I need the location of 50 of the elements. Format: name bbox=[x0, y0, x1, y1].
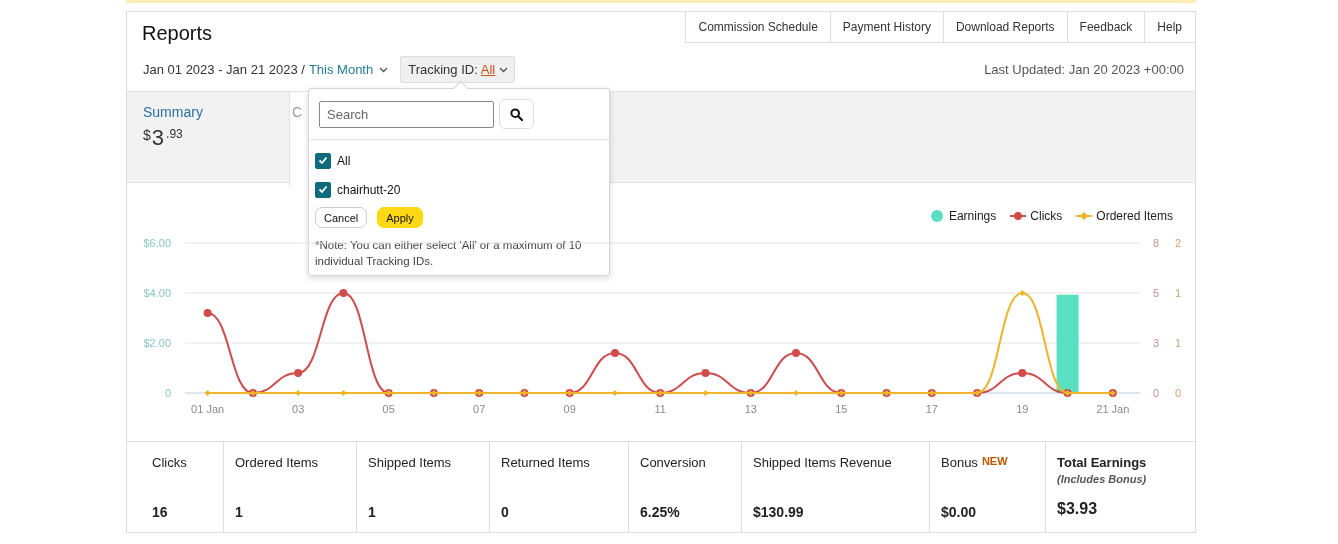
stat-value: 1 bbox=[235, 504, 244, 520]
axis-label: 21 Jan bbox=[1096, 403, 1130, 415]
axis-label: 03 bbox=[292, 403, 305, 415]
axis-label: 15 bbox=[835, 403, 848, 415]
stat-label: Ordered Items bbox=[235, 455, 319, 470]
new-label: NEW bbox=[981, 455, 1008, 467]
stat-value: 0 bbox=[501, 504, 510, 520]
stat-label: Conversion bbox=[640, 455, 706, 470]
note-text: *Note: You can either select 'All' or a maximum of 10 individual Tracking IDs. bbox=[315, 238, 583, 269]
axis-label: 0 bbox=[1175, 387, 1182, 399]
page-title: Reports bbox=[141, 21, 213, 45]
axis-label: 19 bbox=[1016, 403, 1029, 415]
axis-label: 1 bbox=[1175, 337, 1182, 349]
option-label: All bbox=[337, 153, 351, 168]
stat-value: $0.00 bbox=[941, 504, 978, 520]
stat-note: (Includes Bonus) bbox=[1057, 473, 1148, 485]
option-label: chairhutt-20 bbox=[337, 182, 401, 197]
axis-label: 5 bbox=[1153, 287, 1160, 299]
axis-label: 17 bbox=[925, 403, 938, 415]
axis-label: $2.00 bbox=[143, 337, 171, 349]
axis-label: 1 bbox=[1175, 287, 1182, 299]
stat-label: Shipped Items Revenue bbox=[753, 455, 892, 470]
legend-label: Clicks bbox=[1030, 209, 1063, 223]
stat-value: 16 bbox=[152, 504, 169, 520]
axis-label: 01 Jan bbox=[191, 403, 225, 415]
date-range: Jan 01 2023 - Jan 21 2023 / bbox=[143, 62, 305, 77]
stat-label: Returned Items bbox=[501, 455, 590, 470]
stat-value: $3.93 bbox=[1057, 500, 1099, 518]
axis-label: $6.00 bbox=[143, 237, 171, 249]
legend-label: Earnings bbox=[948, 209, 997, 223]
axis-label: 0 bbox=[1153, 387, 1160, 399]
stat-value: 6.25% bbox=[640, 504, 681, 520]
stat-label: Clicks bbox=[152, 455, 187, 470]
axis-label: 13 bbox=[744, 403, 757, 415]
axis-label: 2 bbox=[1175, 237, 1182, 249]
axis-label: 0 bbox=[164, 387, 171, 399]
last-updated: Last Updated: Jan 20 2023 +00:00 bbox=[984, 62, 1184, 77]
stat-value: $130.99 bbox=[753, 504, 805, 520]
axis-label: 07 bbox=[473, 403, 486, 415]
axis-label: $4.00 bbox=[143, 287, 171, 299]
axis-label: 05 bbox=[382, 403, 395, 415]
axis-label: 09 bbox=[563, 403, 576, 415]
axis-label: 3 bbox=[1153, 337, 1160, 349]
stat-label: Total Earnings bbox=[1057, 455, 1147, 470]
stat-label: Shipped Items bbox=[368, 455, 452, 470]
axis-label: 8 bbox=[1153, 237, 1160, 249]
legend-label: Ordered Items bbox=[1096, 209, 1173, 223]
axis-label: 11 bbox=[654, 403, 666, 415]
stat-value: 1 bbox=[368, 504, 377, 520]
stat-label: Bonus bbox=[941, 455, 978, 470]
